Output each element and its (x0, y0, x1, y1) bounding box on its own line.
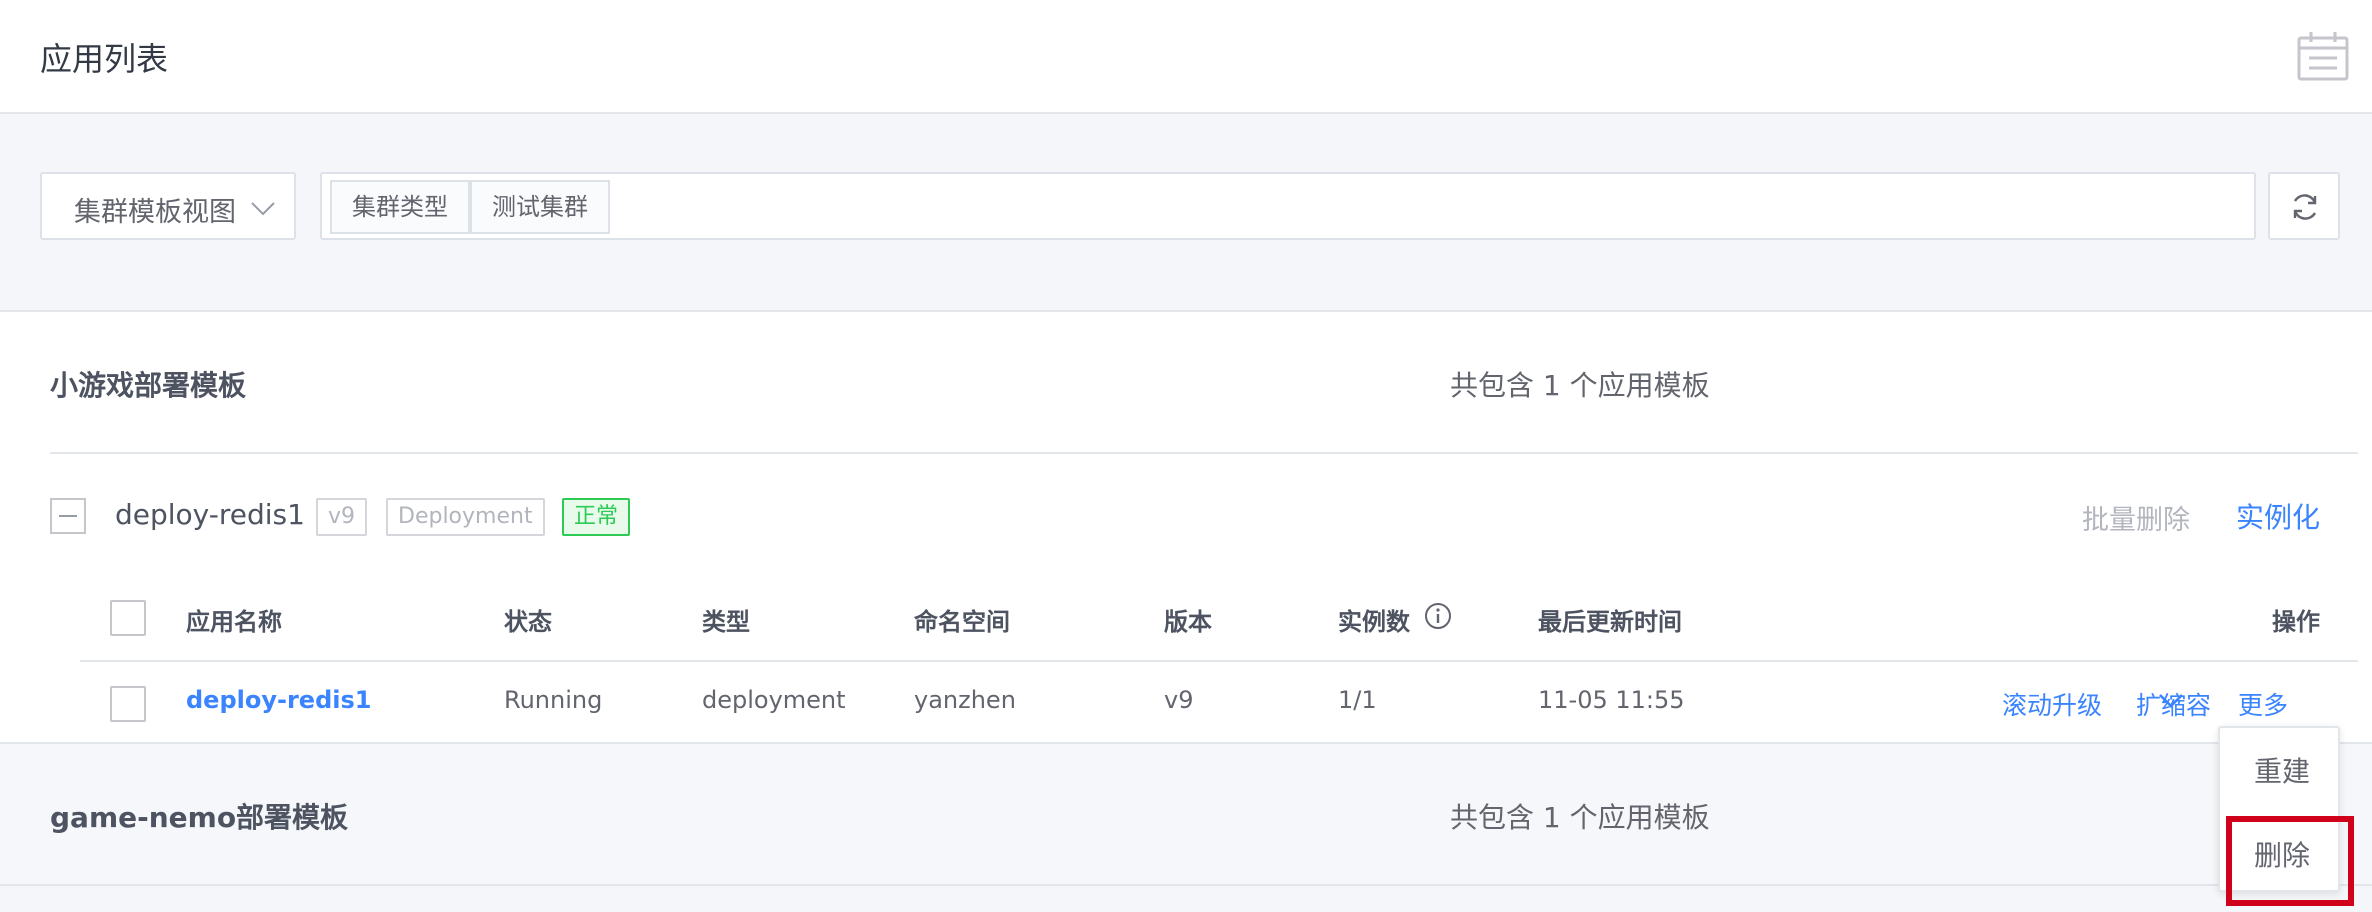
group-title: game-nemo部署模板 (50, 801, 349, 834)
row-checkbox[interactable] (110, 686, 146, 722)
filter-input[interactable]: 集群类型 测试集群 (320, 172, 2256, 240)
instantiate-button[interactable]: 实例化 (2236, 496, 2320, 536)
batch-delete-button[interactable]: 批量删除 (2082, 498, 2190, 537)
view-select[interactable]: 集群模板视图 (40, 172, 296, 240)
app-template-name: deploy-redis1 (115, 498, 305, 531)
kind-badge: Deployment (386, 498, 545, 536)
page-title: 应用列表 (40, 40, 169, 78)
refresh-icon (2293, 194, 2317, 220)
column-header-name: 应用名称 (186, 608, 282, 636)
column-header-version: 版本 (1164, 608, 1212, 636)
template-group: 小游戏部署模板 共包含 1 个应用模板 deploy-redis1 v9 Dep… (0, 310, 2372, 744)
row-instances: 1/1 (1338, 686, 1377, 714)
column-header-type: 类型 (702, 608, 750, 636)
chevron-down-icon (251, 202, 275, 216)
highlight-box (2226, 816, 2354, 906)
column-header-namespace: 命名空间 (914, 608, 1010, 636)
info-icon[interactable] (1424, 602, 1452, 630)
group-title: 小游戏部署模板 (50, 369, 247, 402)
calendar-icon[interactable] (2296, 30, 2350, 82)
column-header-status: 状态 (504, 608, 552, 636)
page-header: 应用列表 (0, 0, 2372, 114)
status-badge: 正常 (562, 498, 631, 536)
column-header-updated: 最后更新时间 (1538, 608, 1682, 636)
template-group: game-nemo部署模板 共包含 1 个应用模板 (0, 742, 2372, 886)
row-updated: 11-05 11:55 (1538, 686, 1685, 714)
menu-item-rebuild[interactable]: 重建 (2254, 750, 2310, 790)
row-namespace: yanzhen (914, 686, 1016, 714)
table-header-divider (80, 660, 2358, 662)
version-badge: v9 (316, 498, 368, 536)
refresh-button[interactable] (2268, 172, 2340, 240)
row-type: deployment (702, 686, 846, 714)
app-name-link[interactable]: deploy-redis1 (186, 686, 371, 714)
row-status: Running (504, 686, 603, 714)
collapse-toggle[interactable] (50, 498, 86, 534)
filter-tag-key[interactable]: 集群类型 (330, 180, 470, 234)
filter-tag-value[interactable]: 测试集群 (470, 180, 610, 234)
group-count: 共包含 1 个应用模板 (1450, 369, 1710, 402)
row-version: v9 (1164, 686, 1194, 714)
more-button[interactable]: 更多 (2238, 686, 2288, 722)
rolling-upgrade-button[interactable]: 滚动升级 (2002, 686, 2102, 722)
chevron-down-icon[interactable] (2158, 692, 2184, 710)
column-header-actions: 操作 (2272, 608, 2320, 636)
column-header-instances: 实例数 (1338, 608, 1410, 636)
group-count: 共包含 1 个应用模板 (1450, 801, 1710, 834)
divider (50, 452, 2358, 454)
view-select-value: 集群模板视图 (74, 197, 236, 228)
select-all-checkbox[interactable] (110, 600, 146, 636)
